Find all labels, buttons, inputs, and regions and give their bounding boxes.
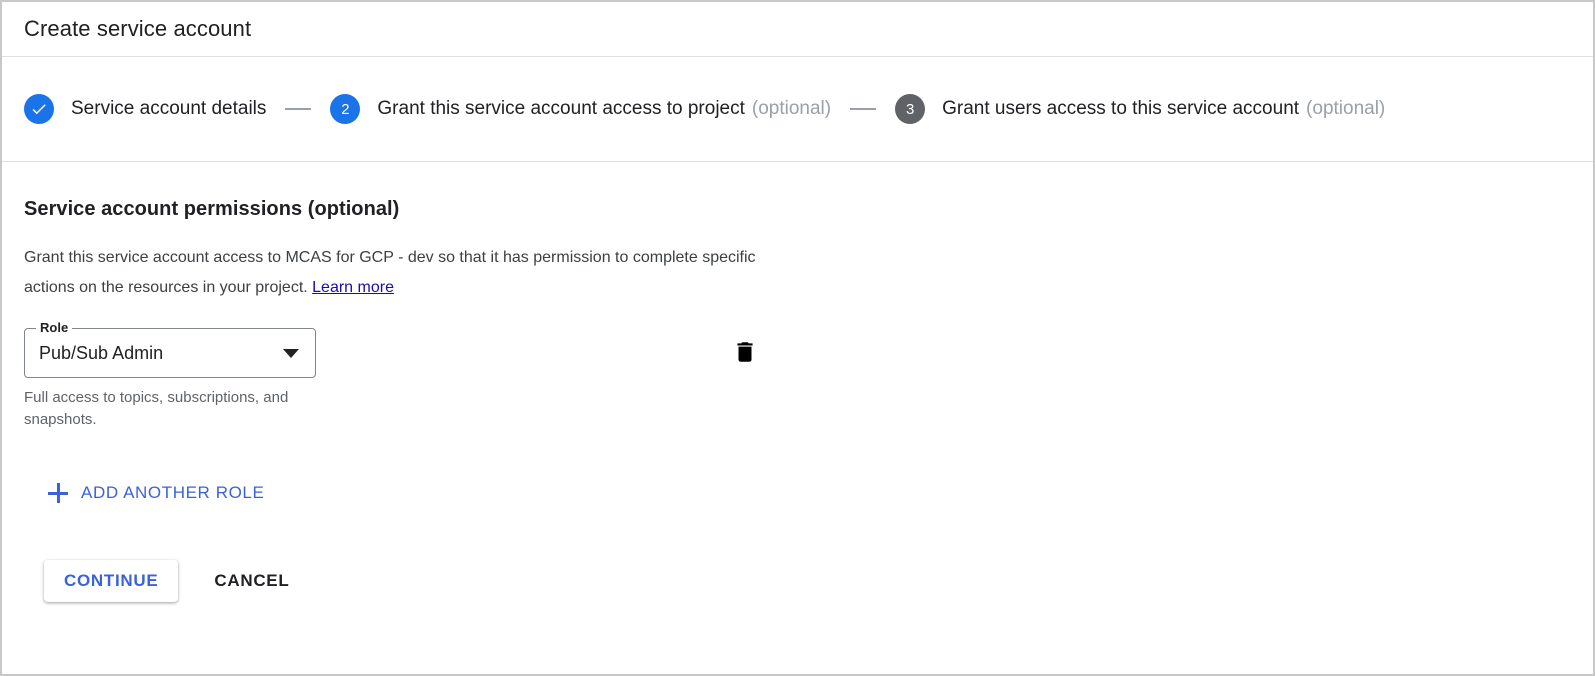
plus-icon (48, 483, 68, 503)
step-service-account-details[interactable]: Service account details (24, 94, 266, 124)
trash-icon (732, 339, 758, 368)
main-content: Service account permissions (optional) G… (2, 162, 1593, 602)
role-row: Role Pub/Sub Admin Full access to topics… (24, 320, 1571, 431)
footer-actions: CONTINUE CANCEL (44, 560, 1571, 602)
role-field-wrapper: Role Pub/Sub Admin Full access to topics… (24, 320, 316, 431)
step-connector-1 (285, 108, 312, 110)
page-title: Create service account (24, 16, 252, 41)
step-3-label: Grant users access to this service accou… (942, 98, 1300, 119)
role-select-label: Role (36, 320, 73, 336)
step-1-badge-check-icon (24, 94, 54, 124)
section-description: Grant this service account access to MCA… (24, 243, 759, 303)
role-select-value: Pub/Sub Admin (39, 342, 164, 363)
add-another-role-button[interactable]: ADD ANOTHER ROLE (42, 479, 270, 507)
step-grant-users-access[interactable]: 3 Grant users access to this service acc… (895, 94, 1385, 124)
step-2-label: Grant this service account access to pro… (377, 98, 745, 119)
role-helper-text: Full access to topics, subscriptions, an… (24, 389, 289, 428)
delete-role-button[interactable] (728, 336, 762, 370)
role-select[interactable]: Role Pub/Sub Admin (24, 320, 316, 378)
learn-more-link[interactable]: Learn more (312, 279, 394, 296)
step-connector-2 (850, 108, 877, 110)
step-3-badge: 3 (895, 94, 926, 124)
step-grant-access-to-project[interactable]: 2 Grant this service account access to p… (330, 94, 831, 124)
create-service-account-dialog: Create service account Service account d… (0, 0, 1595, 676)
section-heading: Service account permissions (optional) (24, 198, 400, 220)
wizard-stepper: Service account details 2 Grant this ser… (2, 57, 1593, 162)
dialog-header: Create service account (2, 2, 1593, 57)
step-1-label: Service account details (71, 98, 267, 119)
cancel-button[interactable]: CANCEL (198, 560, 305, 602)
step-2-optional: (optional) (751, 98, 832, 119)
continue-button[interactable]: CONTINUE (44, 560, 179, 602)
chevron-down-icon (283, 348, 299, 358)
add-another-role-label: ADD ANOTHER ROLE (81, 483, 265, 502)
step-3-optional: (optional) (1306, 98, 1386, 119)
step-2-badge: 2 (330, 94, 361, 124)
